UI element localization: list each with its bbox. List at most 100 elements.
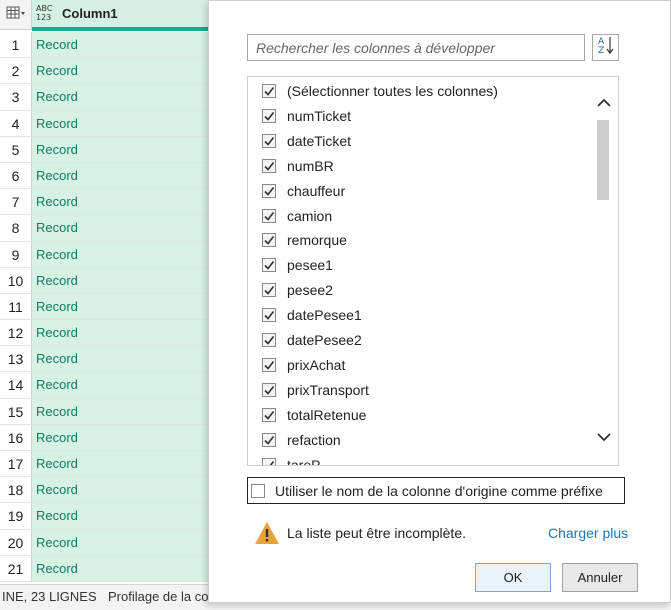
column-item-label: camion [287,207,333,224]
table-row: 6 Record [0,162,232,190]
column-item-label: tareP [287,456,321,466]
column-name: Column1 [62,6,118,21]
table-row: 21 Record [0,555,232,582]
status-profiling[interactable]: Profilage de la co [108,586,208,608]
select-all-item[interactable]: (Sélectionner toutes les colonnes) [262,81,498,101]
column-checkbox[interactable] [262,308,276,323]
column-item[interactable]: datePesee1 [262,305,362,325]
record-cell[interactable]: Record [32,529,232,555]
record-cell[interactable]: Record [32,84,232,110]
warning-text: La liste peut être incomplète. [287,525,466,541]
column-checkbox[interactable] [262,283,276,298]
record-cell[interactable]: Record [32,320,232,346]
column-checkbox[interactable] [262,133,276,148]
column-item[interactable]: numBR [262,156,334,176]
column-checkbox[interactable] [262,208,276,223]
column-quality-bar [32,27,208,31]
record-cell[interactable]: Record [32,136,232,162]
any-type-icon[interactable]: ABC 123 [36,4,58,22]
record-cell[interactable]: Record [32,241,232,267]
record-cell[interactable]: Record [32,477,232,503]
column-item-label: pesee1 [287,257,333,274]
column-item-label: remorque [287,232,347,249]
column-checkbox[interactable] [262,407,276,422]
column-item-label: datePesee1 [287,307,362,324]
record-cell[interactable]: Record [32,555,232,581]
prefix-option[interactable]: Utiliser le nom de la colonne d'origine … [247,477,625,504]
chevron-up-icon[interactable] [596,95,612,111]
expand-columns-popup: A Z (Sélectionner toutes les colonnes) nu… [208,0,671,603]
column-checkbox[interactable] [262,258,276,273]
record-cell[interactable]: Record [32,451,232,477]
table-row: 7 Record [0,189,232,216]
record-cell[interactable]: Record [32,58,232,84]
svg-text:Z: Z [598,46,604,55]
column-checkbox[interactable] [262,357,276,372]
check-icon [263,359,275,371]
column-list[interactable]: (Sélectionner toutes les colonnes) numTic… [247,76,619,466]
table-row: 16 Record [0,424,232,451]
table-row: 2 Record [0,58,232,85]
record-cell[interactable]: Record [32,372,232,398]
column-checkbox[interactable] [262,183,276,198]
record-cell[interactable]: Record [32,346,232,372]
cancel-button[interactable]: Annuler [562,563,638,592]
column-checkbox[interactable] [262,432,276,447]
column-item[interactable]: chauffeur [262,181,345,201]
check-icon [263,409,275,421]
record-cell[interactable]: Record [32,110,232,136]
column-item[interactable]: tareP [262,455,321,466]
column-item[interactable]: pesee1 [262,255,333,275]
column-checkbox[interactable] [262,382,276,397]
table-row: 1 Record [0,32,232,59]
column-item[interactable]: dateTicket [262,131,351,151]
column-item[interactable]: numTicket [262,106,351,126]
record-cell[interactable]: Record [32,189,232,215]
record-cell[interactable]: Record [32,503,232,529]
record-cell[interactable]: Record [32,215,232,241]
scrollbar-thumb[interactable] [597,120,609,200]
column-header[interactable]: ABC 123 Column1 [32,0,232,27]
column-item[interactable]: refaction [262,430,341,450]
column-item[interactable]: camion [262,206,332,226]
column-checkbox[interactable] [262,84,276,98]
record-cell[interactable]: Record [32,267,232,293]
sort-az-icon: A Z [596,35,616,60]
check-icon [263,110,275,122]
load-more-link[interactable]: Charger plus [548,525,628,541]
table-row: 20 Record [0,529,232,556]
record-cell[interactable]: Record [32,293,232,320]
check-icon [263,234,275,246]
table-menu-button[interactable] [0,0,32,30]
grid-header: ABC 123 Column1 [0,0,232,31]
chevron-down-icon[interactable] [596,429,612,445]
record-cell[interactable]: Record [32,32,232,58]
row-number: 6 [0,162,32,189]
column-search-input[interactable] [248,35,584,60]
column-item[interactable]: remorque [262,230,347,250]
column-item[interactable]: pesee2 [262,280,333,300]
record-cell[interactable]: Record [32,162,232,189]
sort-button[interactable]: A Z [592,34,619,61]
column-checkbox[interactable] [262,457,276,465]
column-search-box[interactable] [247,34,585,61]
check-icon [263,259,275,271]
column-item-label: chauffeur [287,182,346,199]
table-row: 9 Record [0,241,232,268]
column-checkbox[interactable] [262,158,276,173]
record-cell[interactable]: Record [32,398,232,424]
ok-button[interactable]: OK [475,563,551,592]
row-number: 11 [0,293,32,320]
column-item[interactable]: totalRetenue [262,405,366,425]
column-checkbox[interactable] [262,108,276,123]
column-item[interactable]: prixTransport [262,380,369,400]
check-icon [263,309,275,321]
column-item[interactable]: prixAchat [262,355,345,375]
record-cell[interactable]: Record [32,424,232,450]
column-checkbox[interactable] [262,233,276,248]
check-icon [263,284,275,296]
query-grid: ABC 123 Column1 1 Record 2 Record 3 Record 4 Re… [0,0,232,584]
column-item[interactable]: datePesee2 [262,330,362,350]
column-checkbox[interactable] [262,333,276,347]
prefix-checkbox[interactable] [251,483,265,498]
